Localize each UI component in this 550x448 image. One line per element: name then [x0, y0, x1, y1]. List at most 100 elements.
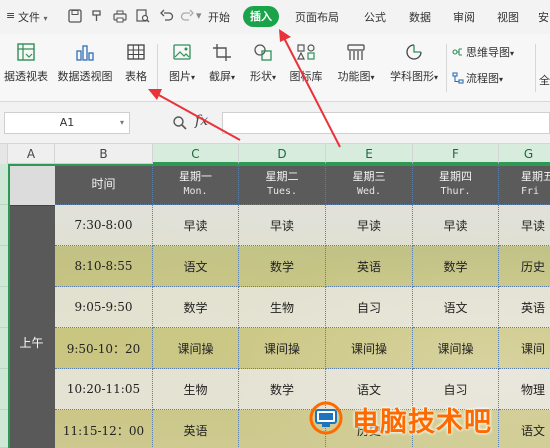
formula-input[interactable] — [222, 112, 550, 134]
schedule-cell[interactable]: 课间操 — [239, 328, 326, 369]
header-day-tue[interactable]: 星期二 Tues. — [239, 164, 326, 205]
header-day-thu[interactable]: 星期四 Thur. — [413, 164, 499, 205]
schedule-cell[interactable]: 数学 — [239, 246, 326, 287]
schedule-cell[interactable]: 数学 — [153, 287, 239, 328]
undo-icon[interactable] — [160, 9, 174, 23]
row-header[interactable] — [0, 287, 8, 328]
schedule-cell[interactable]: 自习 — [326, 287, 413, 328]
schedule-cell[interactable]: 课间操 — [153, 328, 239, 369]
chevron-down-icon: ▾ — [119, 118, 124, 127]
subject-graphics-icon — [403, 42, 425, 62]
name-box[interactable]: A1 ▾ — [4, 112, 130, 134]
header-day-mon[interactable]: 星期一 Mon. — [153, 164, 239, 205]
day-en: Thur. — [440, 186, 471, 197]
schedule-cell[interactable]: 早读 — [326, 205, 413, 246]
schedule-cell[interactable]: 英语 — [153, 410, 239, 448]
column-header-g[interactable]: G — [499, 144, 550, 164]
row-header[interactable] — [0, 410, 8, 448]
row-header[interactable] — [0, 205, 8, 246]
tab-review[interactable]: 审阅 — [453, 9, 475, 25]
schedule-cell[interactable]: 课间操 — [326, 328, 413, 369]
tab-insert[interactable]: 插入 — [243, 6, 279, 27]
table-button[interactable]: 表格 — [121, 42, 151, 84]
column-header-c[interactable]: C — [153, 144, 239, 164]
subject-graphics-button[interactable]: 学科图形▾ — [385, 42, 443, 84]
column-header-a[interactable]: A — [8, 144, 55, 164]
zoom-icon[interactable] — [172, 115, 188, 131]
merged-cell-morning[interactable] — [8, 205, 55, 448]
schedule-cell[interactable]: 语文 — [413, 287, 499, 328]
row-header[interactable] — [0, 164, 8, 205]
schedule-cell[interactable]: 历史 — [499, 246, 550, 287]
pivot-table-button[interactable]: 据透视表 — [2, 42, 50, 84]
tab-data[interactable]: 数据 — [409, 9, 431, 25]
row-header[interactable] — [0, 328, 8, 369]
schedule-cell[interactable]: 语文 — [153, 246, 239, 287]
time-cell[interactable]: 8:10-8:55 — [55, 246, 153, 287]
tab-formulas[interactable]: 公式 — [364, 9, 386, 25]
schedule-cell[interactable]: 数学 — [413, 246, 499, 287]
picture-button[interactable]: 图片▾ — [164, 42, 200, 84]
picture-icon — [171, 42, 193, 62]
schedule-cell[interactable]: 早读 — [239, 205, 326, 246]
picture-label: 图片▾ — [168, 70, 195, 83]
cell-reference: A1 — [59, 116, 75, 129]
insert-ribbon: 据透视表 数据透视图 表格 图片▾ 截屏▾ 形状▾ 图标库 功能图▾ 学科图形▾… — [0, 34, 550, 102]
row-header[interactable] — [0, 246, 8, 287]
schedule-cell[interactable]: 早读 — [499, 205, 550, 246]
mindmap-button[interactable]: 思维导图▾ — [452, 44, 514, 60]
function-chart-button[interactable]: 功能图▾ — [333, 42, 379, 84]
header-day-wed[interactable]: 星期三 Wed. — [326, 164, 413, 205]
screenshot-label: 截屏▾ — [208, 70, 235, 83]
fx-icon[interactable]: fx — [195, 113, 208, 129]
schedule-cell[interactable]: 早读 — [413, 205, 499, 246]
pivot-chart-button[interactable]: 数据透视图 — [54, 42, 116, 84]
icon-library-button[interactable]: 图标库 — [286, 42, 326, 84]
tab-view[interactable]: 视图 — [497, 9, 519, 25]
pivot-table-label: 据透视表 — [4, 70, 48, 83]
schedule-cell[interactable]: 生物 — [239, 287, 326, 328]
time-cell[interactable]: 9:50-10：20 — [55, 328, 153, 369]
schedule-cell[interactable]: 课间操 — [413, 328, 499, 369]
day-en: Tues. — [266, 186, 298, 197]
function-chart-label: 功能图▾ — [337, 70, 375, 83]
header-time[interactable]: 时间 — [55, 164, 153, 205]
icon-library-label: 图标库 — [289, 70, 323, 83]
header-day-fri[interactable]: 星期五 Fri — [499, 164, 550, 205]
time-cell[interactable]: 11:15-12：00 — [55, 410, 153, 448]
day-en: Fri — [521, 186, 540, 197]
column-header-f[interactable]: F — [413, 144, 499, 164]
redo-icon[interactable] — [180, 9, 194, 23]
shape-button[interactable]: 形状▾ — [245, 42, 281, 84]
column-header-e[interactable]: E — [326, 144, 413, 164]
flowchart-button[interactable]: 流程图▾ — [452, 70, 503, 86]
schedule-cell[interactable]: 英语 — [499, 287, 550, 328]
save-icon[interactable] — [68, 9, 82, 23]
time-cell[interactable]: 9:05-9:50 — [55, 287, 153, 328]
tab-page-layout[interactable]: 页面布局 — [295, 9, 339, 25]
tab-security[interactable]: 安 — [538, 9, 549, 25]
tab-home[interactable]: 开始 — [208, 9, 230, 25]
column-header-d[interactable]: D — [239, 144, 326, 164]
file-menu[interactable]: 文件 ▾ — [18, 9, 48, 25]
format-painter-icon[interactable] — [90, 9, 104, 23]
quick-access-more-icon[interactable]: ▾ — [196, 9, 202, 22]
time-cell[interactable]: 10:20-11:05 — [55, 369, 153, 410]
select-all-corner[interactable] — [0, 144, 8, 164]
print-preview-icon[interactable] — [136, 9, 150, 23]
screenshot-button[interactable]: 截屏▾ — [204, 42, 240, 84]
schedule-cell[interactable]: 课间 — [499, 328, 550, 369]
mindmap-icon — [452, 46, 464, 58]
column-header-b[interactable]: B — [55, 144, 153, 164]
menu-icon[interactable]: ≡ — [6, 9, 15, 22]
ribbon-overflow-button[interactable]: 全 — [539, 72, 550, 88]
screenshot-icon — [211, 42, 233, 62]
schedule-cell[interactable]: 英语 — [326, 246, 413, 287]
print-icon[interactable] — [113, 9, 127, 23]
schedule-cell[interactable]: 早读 — [153, 205, 239, 246]
schedule-cell[interactable]: 生物 — [153, 369, 239, 410]
spreadsheet-window: ≡ 文件 ▾ ▾ 开始 插入 页面布局 公式 数据 审阅 视图 安 据透视表 数… — [0, 0, 550, 448]
time-cell[interactable]: 7:30-8:00 — [55, 205, 153, 246]
watermark-text: 电脑技术吧 — [352, 407, 492, 438]
row-header[interactable] — [0, 369, 8, 410]
